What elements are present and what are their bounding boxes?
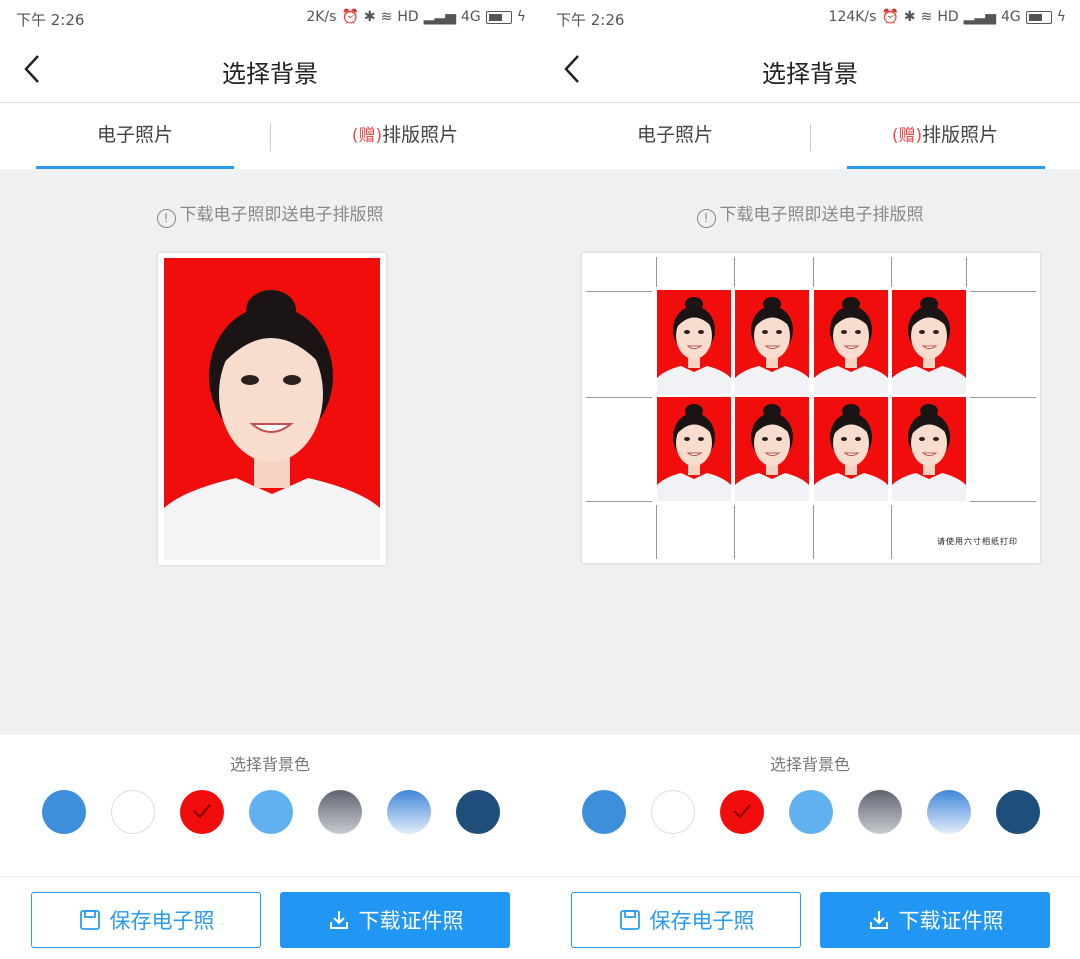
- layout-mini-photo: [657, 397, 731, 501]
- save-electronic-button[interactable]: 保存电子照: [571, 892, 801, 948]
- battery-icon: [485, 10, 512, 24]
- status-time: 下午 2:26: [556, 11, 625, 29]
- info-icon: !: [696, 209, 716, 228]
- status-time: 下午 2:26: [16, 11, 85, 29]
- download-button[interactable]: 下载证件照: [280, 892, 510, 948]
- network-type: 4G: [1000, 9, 1021, 25]
- wifi-icon: ≋: [380, 9, 393, 25]
- id-photo: [164, 258, 380, 560]
- tab-bar: 电子照片 (赠)排版照片: [0, 103, 540, 169]
- gift-badge: (赠): [351, 126, 383, 146]
- preview-area: ! 下载电子照即送电子排版照: [0, 169, 540, 735]
- status-bar: 下午 2:26 2K/s ⏰ ✱ ≋ HD ▂▃▅ 4G ϟ: [0, 0, 540, 38]
- sheet-grid: 请使用六寸相纸打印: [586, 257, 1036, 559]
- download-icon: [869, 911, 888, 929]
- signal-icon: ▂▃▅: [423, 9, 456, 25]
- status-bar: 下午 2:26 124K/s ⏰ ✱ ≋ HD ▂▃▅ 4G ϟ: [540, 0, 1080, 38]
- swatch-light-blue[interactable]: [789, 790, 833, 834]
- notice: ! 下载电子照即送电子排版照: [540, 200, 1080, 228]
- swatch-red[interactable]: [720, 790, 764, 834]
- tab-layout-photo[interactable]: (赠)排版照片: [810, 103, 1080, 169]
- swatch-gradient-gray[interactable]: [318, 790, 362, 834]
- swatch-blue[interactable]: [42, 790, 86, 834]
- download-button[interactable]: 下载证件照: [820, 892, 1050, 948]
- photo-frame: [158, 253, 386, 565]
- check-icon: [733, 804, 751, 819]
- bottom-divider: [540, 876, 1080, 877]
- tab-layout-label: 排版照片: [382, 124, 459, 146]
- swatch-blue[interactable]: [582, 790, 626, 834]
- hd-label: HD: [397, 9, 419, 25]
- bg-color-label: 选择背景色: [769, 755, 850, 774]
- page-title: 选择背景: [762, 60, 858, 88]
- tab-electronic-label: 电子照片: [636, 124, 713, 146]
- nav-bar: 选择背景: [540, 38, 1080, 103]
- bottom-panel: 选择背景色 保存电子照 下载证件照: [540, 735, 1080, 959]
- layout-mini-photo: [892, 290, 966, 394]
- notice-text: 下载电子照即送电子排版照: [719, 205, 924, 225]
- screen-electronic-photo: 下午 2:26 2K/s ⏰ ✱ ≋ HD ▂▃▅ 4G ϟ 选择背景 电子照片…: [0, 0, 540, 959]
- tab-electronic-photo[interactable]: 电子照片: [0, 103, 270, 169]
- network-speed: 124K/s: [828, 9, 877, 25]
- color-swatches: [582, 790, 1042, 834]
- bottom-panel: 选择背景色 保存电子照 下载证件照: [0, 735, 540, 959]
- info-icon: !: [156, 209, 176, 228]
- layout-mini-photo: [735, 397, 809, 501]
- network-type: 4G: [460, 9, 481, 25]
- print-note: 请使用六寸相纸打印: [937, 537, 1018, 546]
- download-icon: [329, 911, 348, 929]
- save-icon: [79, 910, 100, 930]
- swatch-dark-blue[interactable]: [456, 790, 500, 834]
- alarm-off-icon: ⏰: [341, 9, 359, 25]
- network-speed: 2K/s: [306, 9, 337, 25]
- charging-icon: ϟ: [516, 9, 526, 25]
- color-swatches: [42, 790, 502, 834]
- bluetooth-icon: ✱: [903, 9, 916, 25]
- page-title: 选择背景: [222, 60, 318, 88]
- layout-mini-photo: [735, 290, 809, 394]
- signal-icon: ▂▃▅: [963, 9, 996, 25]
- notice-text: 下载电子照即送电子排版照: [179, 205, 384, 225]
- battery-icon: [1025, 10, 1052, 24]
- gift-badge: (赠): [891, 126, 923, 146]
- download-button-label: 下载证件照: [898, 909, 1004, 933]
- swatch-light-blue[interactable]: [249, 790, 293, 834]
- bg-color-label: 选择背景色: [229, 755, 310, 774]
- download-button-label: 下载证件照: [358, 909, 464, 933]
- swatch-white[interactable]: [111, 790, 155, 834]
- check-icon: [193, 804, 211, 819]
- layout-mini-photo: [657, 290, 731, 394]
- layout-mini-photo: [814, 290, 888, 394]
- tab-layout-photo[interactable]: (赠)排版照片: [270, 103, 540, 169]
- tab-layout-label: 排版照片: [922, 124, 999, 146]
- bottom-divider: [0, 876, 540, 877]
- swatch-white[interactable]: [651, 790, 695, 834]
- bluetooth-icon: ✱: [363, 9, 376, 25]
- tab-electronic-photo[interactable]: 电子照片: [540, 103, 810, 169]
- save-button-label: 保存电子照: [109, 909, 215, 933]
- layout-sheet: 请使用六寸相纸打印: [582, 253, 1040, 563]
- tab-bar: 电子照片 (赠)排版照片: [540, 103, 1080, 169]
- nav-bar: 选择背景: [0, 38, 540, 103]
- swatch-dark-blue[interactable]: [996, 790, 1040, 834]
- preview-area: ! 下载电子照即送电子排版照: [540, 169, 1080, 735]
- alarm-off-icon: ⏰: [881, 9, 899, 25]
- layout-mini-photo: [892, 397, 966, 501]
- save-electronic-button[interactable]: 保存电子照: [31, 892, 261, 948]
- screen-layout-photo: 下午 2:26 124K/s ⏰ ✱ ≋ HD ▂▃▅ 4G ϟ 选择背景 电子…: [540, 0, 1080, 959]
- charging-icon: ϟ: [1056, 9, 1066, 25]
- wifi-icon: ≋: [920, 9, 933, 25]
- swatch-gradient-blue[interactable]: [387, 790, 431, 834]
- notice: ! 下载电子照即送电子排版照: [0, 200, 540, 228]
- layout-mini-photo: [814, 397, 888, 501]
- swatch-gradient-gray[interactable]: [858, 790, 902, 834]
- hd-label: HD: [937, 9, 959, 25]
- swatch-red[interactable]: [180, 790, 224, 834]
- save-button-label: 保存电子照: [649, 909, 755, 933]
- tab-electronic-label: 电子照片: [96, 124, 173, 146]
- save-icon: [619, 910, 640, 930]
- swatch-gradient-blue[interactable]: [927, 790, 971, 834]
